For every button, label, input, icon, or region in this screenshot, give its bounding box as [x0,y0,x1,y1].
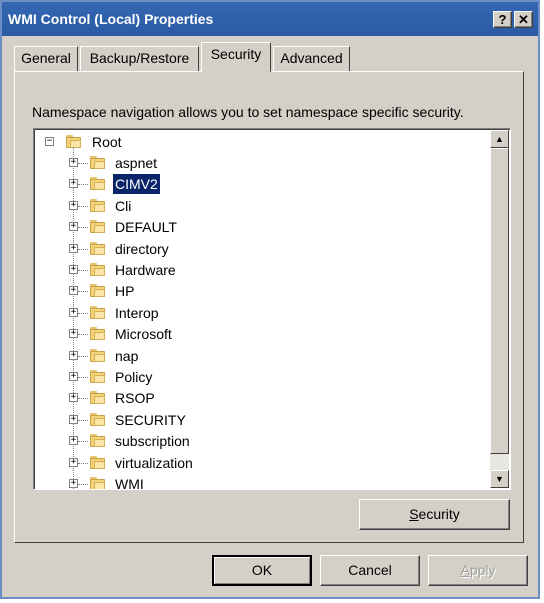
tab-backup-restore[interactable]: Backup/Restore [80,46,199,71]
tab-advanced[interactable]: Advanced [273,46,350,71]
button-label: Cancel [348,562,392,578]
mnemonic-letter: A [460,562,470,578]
ok-button[interactable]: OK [212,555,312,586]
button-label: OK [251,562,273,578]
tab-label: Backup/Restore [89,50,190,66]
close-button[interactable]: ✕ [514,11,533,28]
tab-general[interactable]: General [14,46,78,71]
security-tab-panel [14,71,524,543]
cancel-button[interactable]: Cancel [320,555,420,586]
close-icon: ✕ [518,12,529,27]
tab-label: Security [210,46,262,62]
tab-security[interactable]: Security [201,42,271,72]
help-button[interactable]: ? [493,11,512,28]
title-bar[interactable]: WMI Control (Local) Properties ? ✕ [2,2,538,36]
tab-label: Advanced [280,50,343,66]
tab-label: General [21,50,71,66]
apply-button[interactable]: Apply [428,555,528,586]
button-label: pply [469,562,496,578]
window-title: WMI Control (Local) Properties [8,11,214,27]
